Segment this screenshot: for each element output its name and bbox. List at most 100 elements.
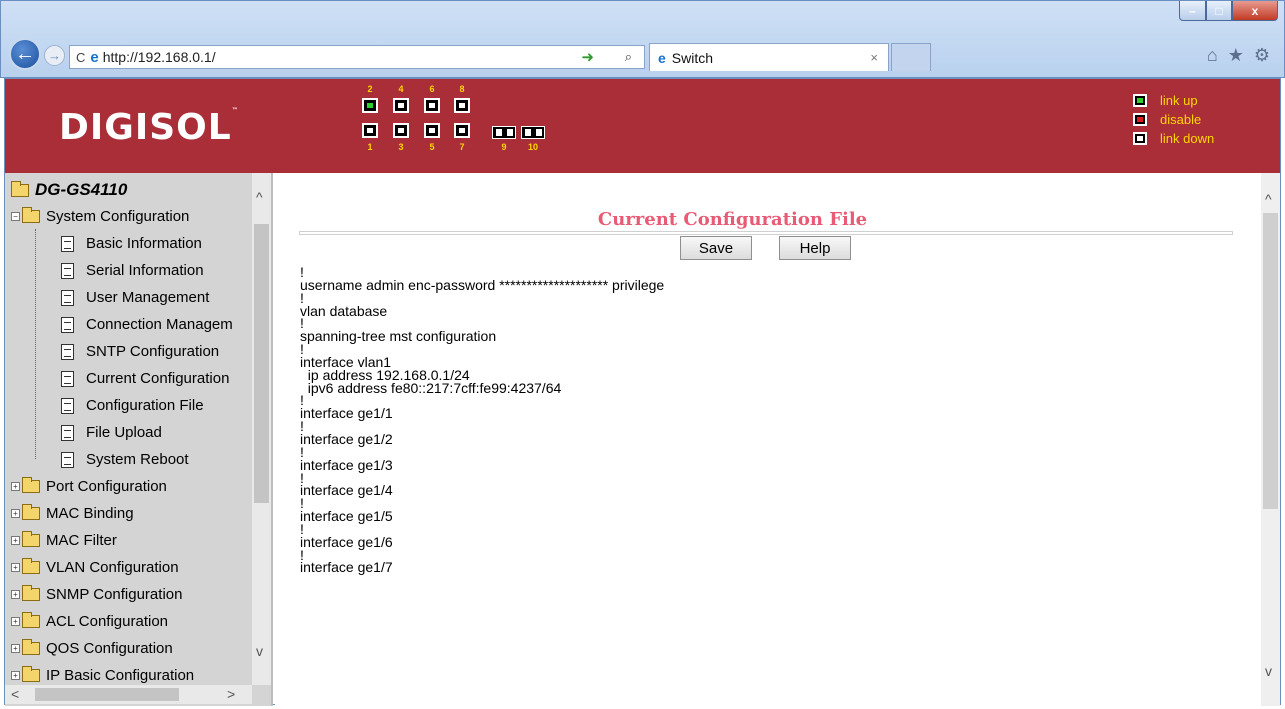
- sfp-port-10-icon[interactable]: [521, 126, 545, 139]
- tab-title: Switch: [671, 49, 714, 66]
- tree-item-system-reboot[interactable]: System Reboot: [61, 446, 189, 473]
- close-button[interactable]: x: [1232, 1, 1278, 21]
- disable-icon: [1133, 113, 1147, 126]
- port-number-7: 7: [459, 142, 465, 152]
- port-number-2: 2: [367, 84, 373, 94]
- tab-switch[interactable]: e Switch ×: [649, 43, 889, 71]
- forward-button[interactable]: →: [44, 45, 65, 66]
- port-8-icon[interactable]: [454, 98, 470, 113]
- folder-icon: [22, 666, 40, 682]
- collapse-icon[interactable]: −: [11, 212, 20, 221]
- maximize-button[interactable]: □: [1206, 1, 1232, 21]
- scroll-thumb[interactable]: [1263, 213, 1278, 509]
- port-number-5: 5: [429, 142, 435, 152]
- expand-icon[interactable]: +: [11, 617, 20, 626]
- expand-icon[interactable]: +: [11, 509, 20, 518]
- new-tab-button[interactable]: [891, 43, 931, 71]
- nav-tree: DG-GS4110 − System Configuration Basic In…: [5, 173, 250, 685]
- refresh-icon[interactable]: C: [76, 50, 85, 65]
- tree-item-serial-information[interactable]: Serial Information: [61, 257, 204, 284]
- tab-close-icon[interactable]: ×: [870, 50, 878, 65]
- scroll-left-icon[interactable]: <: [11, 686, 19, 702]
- port-7-icon[interactable]: [454, 123, 470, 138]
- title-divider: [299, 231, 1233, 235]
- content-vertical-scrollbar[interactable]: ^ v: [1261, 173, 1280, 706]
- scroll-thumb[interactable]: [35, 688, 179, 701]
- tree-folder-vlan-configuration[interactable]: + VLAN Configuration: [11, 554, 179, 581]
- address-bar[interactable]: C e http://192.168.0.1/ ➜ ⌕: [69, 45, 645, 69]
- document-icon: [61, 343, 74, 360]
- tree-item-basic-information[interactable]: Basic Information: [61, 230, 202, 257]
- scroll-up-icon[interactable]: ^: [256, 189, 263, 205]
- port-6-icon[interactable]: [424, 98, 440, 113]
- tree-folder-qos-configuration[interactable]: + QOS Configuration: [11, 635, 173, 662]
- port-number-8: 8: [459, 84, 465, 94]
- port-2-icon[interactable]: [362, 98, 378, 113]
- compat-go-icon[interactable]: ➜: [581, 48, 594, 66]
- expand-icon[interactable]: +: [11, 590, 20, 599]
- save-button[interactable]: Save: [680, 236, 752, 260]
- tree-item-sntp-configuration[interactable]: SNTP Configuration: [61, 338, 219, 365]
- port-3-icon[interactable]: [393, 123, 409, 138]
- expand-icon[interactable]: +: [11, 482, 20, 491]
- tree-item-connection-management[interactable]: Connection Managem: [61, 311, 233, 338]
- expand-icon[interactable]: +: [11, 644, 20, 653]
- navigation-sidebar: DG-GS4110 − System Configuration Basic In…: [5, 173, 273, 706]
- tree-item-file-upload[interactable]: File Upload: [61, 419, 162, 446]
- sidebar-vertical-scrollbar[interactable]: ^ v: [252, 173, 271, 685]
- document-icon: [61, 316, 74, 333]
- folder-icon: [22, 639, 40, 655]
- scroll-up-icon[interactable]: ^: [1265, 191, 1272, 207]
- port-5-icon[interactable]: [424, 123, 440, 138]
- tree-folder-mac-binding[interactable]: + MAC Binding: [11, 500, 134, 527]
- main-content: Current Configuration File Save Help ! u…: [275, 173, 1280, 706]
- scroll-thumb[interactable]: [254, 224, 269, 503]
- port-number-9: 9: [501, 142, 507, 152]
- sidebar-horizontal-scrollbar[interactable]: < >: [5, 685, 252, 704]
- expand-icon[interactable]: +: [11, 671, 20, 680]
- scroll-down-icon[interactable]: v: [256, 643, 263, 659]
- home-icon[interactable]: ⌂: [1207, 45, 1218, 66]
- port-4-icon[interactable]: [393, 98, 409, 113]
- digisol-logo: DIGISOL™: [59, 107, 239, 148]
- document-icon: [61, 262, 74, 279]
- configuration-text: ! username admin enc-password **********…: [300, 264, 665, 576]
- scroll-right-icon[interactable]: >: [227, 686, 235, 702]
- url-text[interactable]: http://192.168.0.1/: [103, 49, 216, 65]
- tree-folder-snmp-configuration[interactable]: + SNMP Configuration: [11, 581, 182, 608]
- tree-folder-mac-filter[interactable]: + MAC Filter: [11, 527, 117, 554]
- browser-chrome: – □ x ← → C e http://192.168.0.1/ ➜ ⌕ e …: [0, 0, 1285, 78]
- folder-icon: [22, 612, 40, 628]
- header-banner: DIGISOL™ 2 4 6 8 1 3 5 7 9 10 link up di…: [5, 79, 1280, 173]
- tree-folder-acl-configuration[interactable]: + ACL Configuration: [11, 608, 168, 635]
- folder-icon: [22, 477, 40, 493]
- minimize-button[interactable]: –: [1179, 1, 1206, 21]
- legend-link-down: link down: [1133, 129, 1214, 148]
- tree-item-user-management[interactable]: User Management: [61, 284, 209, 311]
- port-1-icon[interactable]: [362, 123, 378, 138]
- tree-item-current-configuration[interactable]: Current Configuration: [61, 365, 229, 392]
- tree-folder-system[interactable]: − System Configuration: [11, 203, 189, 230]
- tree-root[interactable]: DG-GS4110: [11, 180, 127, 200]
- port-legend: link up disable link down: [1133, 91, 1214, 148]
- settings-gear-icon[interactable]: ⚙: [1254, 45, 1270, 66]
- port-number-1: 1: [367, 142, 373, 152]
- search-icon[interactable]: ⌕: [625, 49, 632, 65]
- tree-item-configuration-file[interactable]: Configuration File: [61, 392, 204, 419]
- sfp-port-9-icon[interactable]: [492, 126, 516, 139]
- window-controls: – □ x: [1179, 1, 1278, 21]
- document-icon: [61, 451, 74, 468]
- favorites-star-icon[interactable]: ★: [1228, 45, 1244, 66]
- document-icon: [61, 397, 74, 414]
- scroll-down-icon[interactable]: v: [1265, 663, 1272, 679]
- tree-folder-port-configuration[interactable]: + Port Configuration: [11, 473, 167, 500]
- ie-tab-icon: e: [658, 49, 666, 66]
- document-icon: [61, 370, 74, 387]
- expand-icon[interactable]: +: [11, 563, 20, 572]
- folder-icon: [22, 531, 40, 547]
- tree-guide-line: [35, 229, 36, 459]
- back-button[interactable]: ←: [9, 38, 41, 70]
- help-button[interactable]: Help: [779, 236, 851, 260]
- legend-link-up: link up: [1133, 91, 1214, 110]
- expand-icon[interactable]: +: [11, 536, 20, 545]
